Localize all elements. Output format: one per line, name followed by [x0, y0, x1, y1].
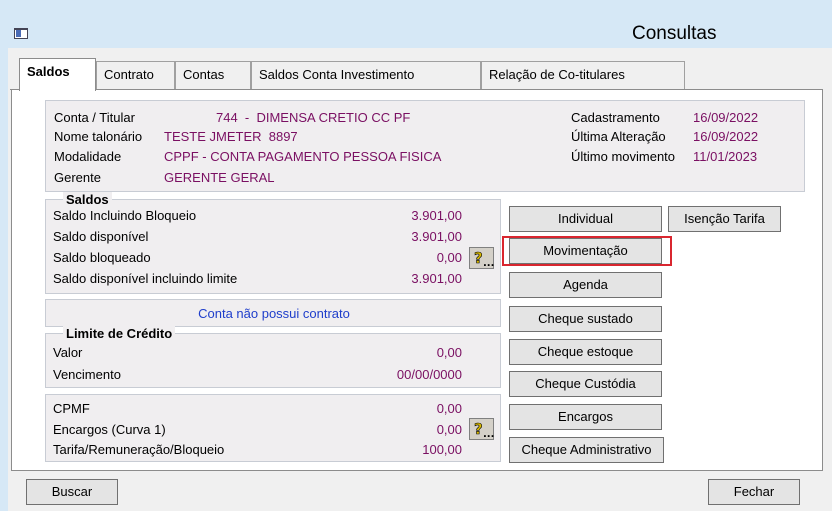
- window-left-border: [0, 48, 8, 511]
- modalidade-label: Modalidade: [54, 149, 122, 164]
- tab-saldos-conta-investimento[interactable]: Saldos Conta Investimento: [251, 61, 481, 89]
- ultimo-movimento-value: 11/01/2023: [693, 149, 758, 164]
- saldo-incluindo-bloqueio-label: Saldo Incluindo Bloqueio: [53, 208, 197, 223]
- saldo-incluindo-bloqueio-value: 3.901,00: [411, 208, 462, 223]
- tab-contrato[interactable]: Contrato: [96, 61, 175, 89]
- cpmf-label: CPMF: [53, 401, 90, 416]
- modalidade-value: CPPF - CONTA PAGAMENTO PESSOA FISICA: [164, 149, 442, 164]
- nome-talonario-label: Nome talonário: [54, 129, 143, 144]
- app-window-icon: [14, 28, 28, 39]
- gerente-label: Gerente: [54, 170, 101, 185]
- nome-talonario-value: TESTE JMETER 8897: [164, 129, 298, 144]
- saldo-disponivel-value: 3.901,00: [411, 229, 462, 244]
- saldo-bloqueado-label: Saldo bloqueado: [53, 250, 151, 265]
- saldo-help-button[interactable]: ? ...: [469, 247, 494, 269]
- agenda-button[interactable]: Agenda: [509, 272, 662, 298]
- saldo-disponivel-limite-value: 3.901,00: [411, 271, 462, 286]
- cheque-estoque-button[interactable]: Cheque estoque: [509, 339, 662, 365]
- ultimo-movimento-label: Último movimento: [571, 149, 676, 164]
- gerente-value: GERENTE GERAL: [164, 170, 275, 185]
- question-mark-icon: ?: [474, 420, 483, 439]
- ultima-alteracao-value: 16/09/2022: [693, 129, 759, 144]
- saldos-group: Saldos Saldo Incluindo Bloqueio 3.901,00…: [45, 192, 501, 294]
- cadastramento-value: 16/09/2022: [693, 110, 759, 125]
- buscar-button[interactable]: Buscar: [26, 479, 118, 505]
- tab-relacao-co-titulares[interactable]: Relação de Co-titulares: [481, 61, 685, 89]
- saldo-bloqueado-value: 0,00: [436, 250, 462, 265]
- tab-saldos[interactable]: Saldos: [19, 58, 96, 91]
- conta-titular-label: Conta / Titular: [54, 110, 135, 125]
- encargos-button[interactable]: Encargos: [509, 404, 662, 430]
- tab-contas[interactable]: Contas: [175, 61, 251, 89]
- tarifa-remuneracao-label: Tarifa/Remuneração/Bloqueio: [53, 442, 225, 457]
- limite-vencimento-value: 00/00/0000: [396, 367, 462, 382]
- encargos-help-button[interactable]: ? ...: [469, 418, 494, 440]
- ellipsis-icon: ...: [483, 258, 495, 269]
- limite-valor-label: Valor: [53, 345, 83, 360]
- saldo-disponivel-limite-label: Saldo disponível incluindo limite: [53, 271, 238, 286]
- cheque-custodia-button[interactable]: Cheque Custódia: [509, 371, 662, 397]
- limite-credito-title: Limite de Crédito: [63, 326, 176, 341]
- window-title: Consultas: [632, 23, 717, 44]
- cheque-administrativo-button[interactable]: Cheque Administrativo: [509, 437, 664, 463]
- limite-credito-group: Limite de Crédito Valor 0,00 Vencimento …: [45, 326, 501, 388]
- isencao-tarifa-button[interactable]: Isenção Tarifa: [668, 206, 781, 232]
- contract-message: Conta não possui contrato: [198, 306, 350, 321]
- tarifa-remuneracao-value: 100,00: [422, 442, 462, 457]
- conta-titular-value: 744 - DIMENSA CRETIO CC PF: [216, 110, 411, 125]
- saldo-disponivel-label: Saldo disponível: [53, 229, 149, 244]
- contract-group: Conta não possui contrato: [45, 299, 501, 327]
- limite-vencimento-label: Vencimento: [53, 367, 121, 382]
- cpmf-value: 0,00: [436, 401, 462, 416]
- ellipsis-icon: ...: [483, 429, 495, 440]
- fechar-button[interactable]: Fechar: [708, 479, 800, 505]
- ultima-alteracao-label: Última Alteração: [571, 129, 666, 144]
- limite-valor-value: 0,00: [436, 345, 462, 360]
- cadastramento-label: Cadastramento: [571, 110, 660, 125]
- question-mark-icon: ?: [474, 249, 483, 268]
- cheque-sustado-button[interactable]: Cheque sustado: [509, 306, 662, 332]
- account-info-group: Conta / Titular 744 - DIMENSA CRETIO CC …: [45, 100, 805, 192]
- movimentacao-highlight: [502, 236, 672, 266]
- saldos-title: Saldos: [63, 192, 112, 207]
- individual-button[interactable]: Individual: [509, 206, 662, 232]
- encargos-group: CPMF 0,00 Encargos (Curva 1) 0,00 Tarifa…: [45, 394, 501, 462]
- encargos-curva-label: Encargos (Curva 1): [53, 422, 166, 437]
- encargos-curva-value: 0,00: [436, 422, 462, 437]
